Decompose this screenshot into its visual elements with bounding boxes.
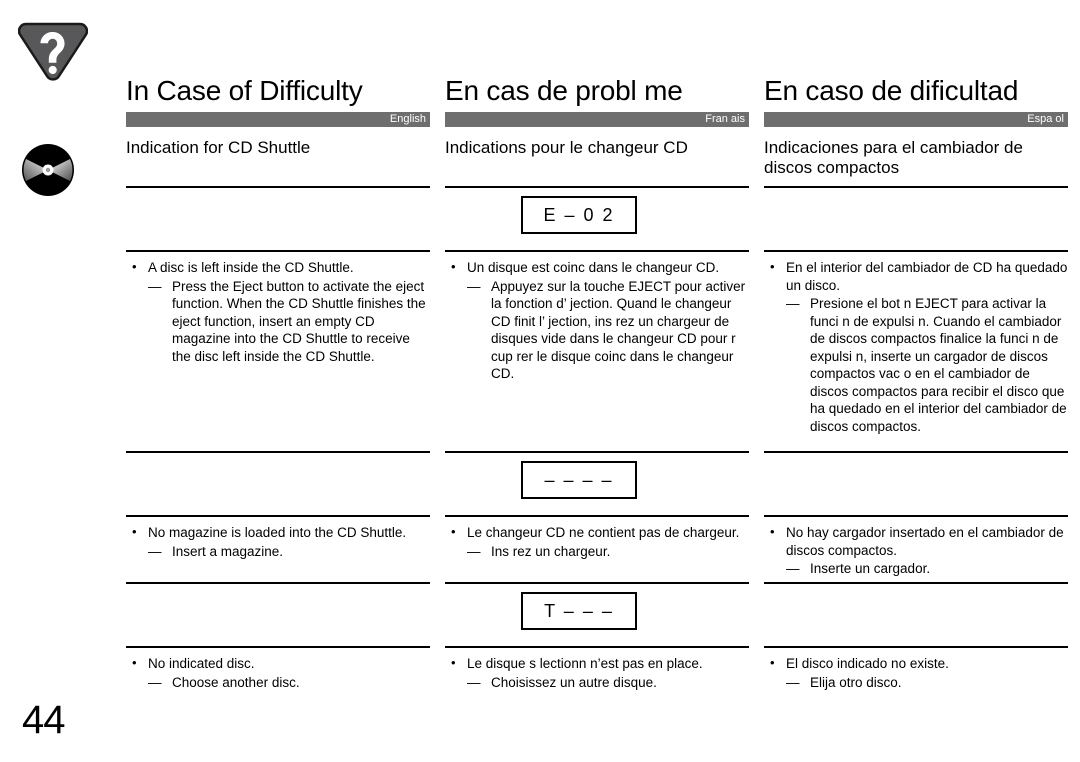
entry-block: Le changeur CD ne contient pas de charge…: [445, 517, 749, 576]
entry-block: El disco indicado no existe. Elija otro …: [764, 648, 1068, 691]
remedy-text: Choose another disc.: [126, 674, 430, 692]
display-row: [126, 584, 430, 640]
display-row: E – 0 2: [445, 188, 749, 244]
icon-gutter: 44: [0, 0, 120, 762]
lcd-display-code: E – 0 2: [521, 196, 637, 234]
column-english: In Case of Difficulty English Indication…: [126, 0, 430, 762]
remedy-text: Choisissez un autre disque.: [445, 674, 749, 692]
remedy-text: Appuyez sur la touche EJECT pour activer…: [445, 278, 749, 383]
entry-block: No magazine is loaded into the CD Shuttl…: [126, 517, 430, 576]
symptom-text: Un disque est coinc dans le changeur CD.: [445, 258, 749, 277]
compact-disc-icon: [20, 142, 76, 198]
section-subtitle-english: Indication for CD Shuttle: [126, 138, 311, 157]
page-number: 44: [22, 698, 65, 742]
remedy-text: Inserte un cargador.: [764, 560, 1068, 578]
column-espanol: En caso de dificultad Espa ol Indicacion…: [764, 0, 1068, 762]
symptom-text: A disc is left inside the CD Shuttle.: [126, 258, 430, 277]
symptom-text: No magazine is loaded into the CD Shuttl…: [126, 523, 430, 542]
display-row: – – – –: [445, 453, 749, 509]
remedy-text: Press the Eject button to activate the e…: [126, 278, 430, 366]
remedy-text: Insert a magazine.: [126, 543, 430, 561]
lcd-display-code: T – – –: [521, 592, 637, 630]
remedy-text: Elija otro disco.: [764, 674, 1068, 692]
entry-block: Le disque s lectionn n’est pas en place.…: [445, 648, 749, 691]
section-subtitle-francais: Indications pour le changeur CD: [445, 138, 688, 157]
entry-block: No hay cargador insertado en el cambiado…: [764, 517, 1068, 578]
entry-block: A disc is left inside the CD Shuttle. Pr…: [126, 252, 430, 445]
column-francais: En cas de probl me Fran ais Indications …: [445, 0, 749, 762]
display-row: T – – –: [445, 584, 749, 640]
remedy-text: Ins rez un chargeur.: [445, 543, 749, 561]
display-row: [126, 453, 430, 509]
language-badge-english: English: [126, 112, 430, 127]
symptom-text: No indicated disc.: [126, 654, 430, 673]
symptom-text: Le disque s lectionn n’est pas en place.: [445, 654, 749, 673]
language-badge-espanol: Espa ol: [764, 112, 1068, 127]
lcd-display-code: – – – –: [521, 461, 637, 499]
page-title-francais: En cas de probl me: [445, 75, 683, 106]
remedy-text: Presione el bot n EJECT para activar la …: [764, 295, 1068, 435]
page-title-espanol: En caso de dificultad: [764, 75, 1019, 106]
section-subtitle-espanol: Indicaciones para el cambiador de discos…: [764, 138, 1023, 177]
entry-block: Un disque est coinc dans le changeur CD.…: [445, 252, 749, 445]
page-title-english: In Case of Difficulty: [126, 75, 363, 106]
display-row: [764, 453, 1068, 509]
display-row: [764, 188, 1068, 244]
entry-block: En el interior del cambiador de CD ha qu…: [764, 252, 1068, 445]
symptom-text: No hay cargador insertado en el cambiado…: [764, 523, 1068, 559]
symptom-text: El disco indicado no existe.: [764, 654, 1068, 673]
display-row: [764, 584, 1068, 640]
help-triangle-icon: [17, 20, 89, 82]
symptom-text: Le changeur CD ne contient pas de charge…: [445, 523, 749, 542]
entry-block: No indicated disc. Choose another disc.: [126, 648, 430, 691]
display-row: [126, 188, 430, 244]
symptom-text: En el interior del cambiador de CD ha qu…: [764, 258, 1068, 294]
language-badge-francais: Fran ais: [445, 112, 749, 127]
language-columns: In Case of Difficulty English Indication…: [126, 0, 1072, 762]
